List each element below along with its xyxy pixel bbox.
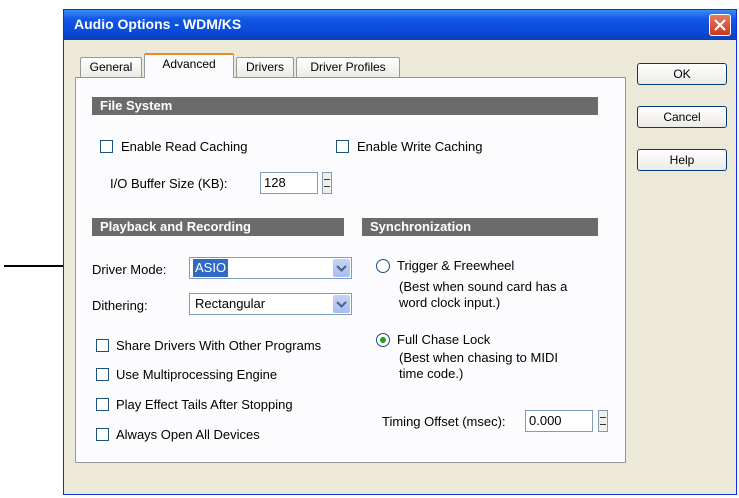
close-button[interactable]: [709, 14, 731, 36]
trigger-note-line1: (Best when sound card has a: [399, 279, 568, 294]
dithering-label: Dithering:: [92, 298, 148, 313]
tab-drivers[interactable]: Drivers: [236, 57, 294, 77]
driver-mode-select[interactable]: ASIO: [189, 257, 352, 279]
synchronization-header: Synchronization: [362, 218, 598, 236]
tab-driver-profiles[interactable]: Driver Profiles: [296, 57, 400, 77]
driver-mode-dropdown-button[interactable]: [333, 259, 350, 277]
multiprocessing-label: Use Multiprocessing Engine: [116, 367, 278, 382]
tab-general[interactable]: General: [80, 57, 142, 77]
help-button[interactable]: Help: [637, 149, 727, 171]
enable-write-caching-checkbox[interactable]: [336, 140, 349, 153]
timing-offset-label: Timing Offset (msec):: [382, 414, 506, 429]
dithering-value: Rectangular: [195, 296, 266, 311]
io-buffer-label: I/O Buffer Size (KB):: [110, 176, 228, 191]
full-chase-lock-label: Full Chase Lock: [397, 332, 491, 347]
chevron-down-icon: [336, 265, 347, 272]
trigger-note-line2: word clock input.): [399, 295, 501, 310]
dithering-dropdown-button[interactable]: [333, 295, 350, 313]
chase-note-line1: (Best when chasing to MIDI: [399, 350, 558, 365]
driver-mode-value: ASIO: [193, 259, 229, 277]
enable-write-caching-label: Enable Write Caching: [357, 139, 483, 154]
cancel-button[interactable]: Cancel: [637, 106, 727, 128]
open-all-devices-label: Always Open All Devices: [116, 427, 260, 442]
open-all-devices-checkbox[interactable]: [96, 428, 109, 441]
enable-read-caching-label: Enable Read Caching: [121, 139, 248, 154]
chevron-down-icon: [336, 301, 347, 308]
io-buffer-spinner[interactable]: [322, 172, 332, 194]
ok-button[interactable]: OK: [637, 63, 727, 85]
effect-tails-checkbox[interactable]: [96, 398, 109, 411]
timing-offset-spinner[interactable]: [598, 410, 608, 432]
playback-recording-header: Playback and Recording: [92, 218, 344, 236]
close-icon: [714, 19, 726, 31]
dithering-select[interactable]: Rectangular: [189, 293, 352, 315]
share-drivers-checkbox[interactable]: [96, 339, 109, 352]
share-drivers-label: Share Drivers With Other Programs: [116, 338, 322, 353]
enable-read-caching-checkbox[interactable]: [100, 140, 113, 153]
trigger-freewheel-radio[interactable]: [376, 259, 390, 273]
multiprocessing-checkbox[interactable]: [96, 368, 109, 381]
window-title: Audio Options - WDM/KS: [74, 16, 242, 32]
title-bar: Audio Options - WDM/KS: [64, 10, 736, 40]
effect-tails-label: Play Effect Tails After Stopping: [116, 397, 293, 412]
timing-offset-input[interactable]: 0.000: [525, 410, 593, 432]
chase-note-line2: time code.): [399, 366, 464, 381]
file-system-header: File System: [92, 97, 598, 115]
driver-mode-label: Driver Mode:: [92, 262, 167, 277]
full-chase-lock-radio[interactable]: [376, 333, 390, 347]
tab-advanced[interactable]: Advanced: [144, 53, 234, 78]
io-buffer-input[interactable]: 128: [260, 172, 318, 194]
trigger-freewheel-label: Trigger & Freewheel: [397, 258, 515, 273]
